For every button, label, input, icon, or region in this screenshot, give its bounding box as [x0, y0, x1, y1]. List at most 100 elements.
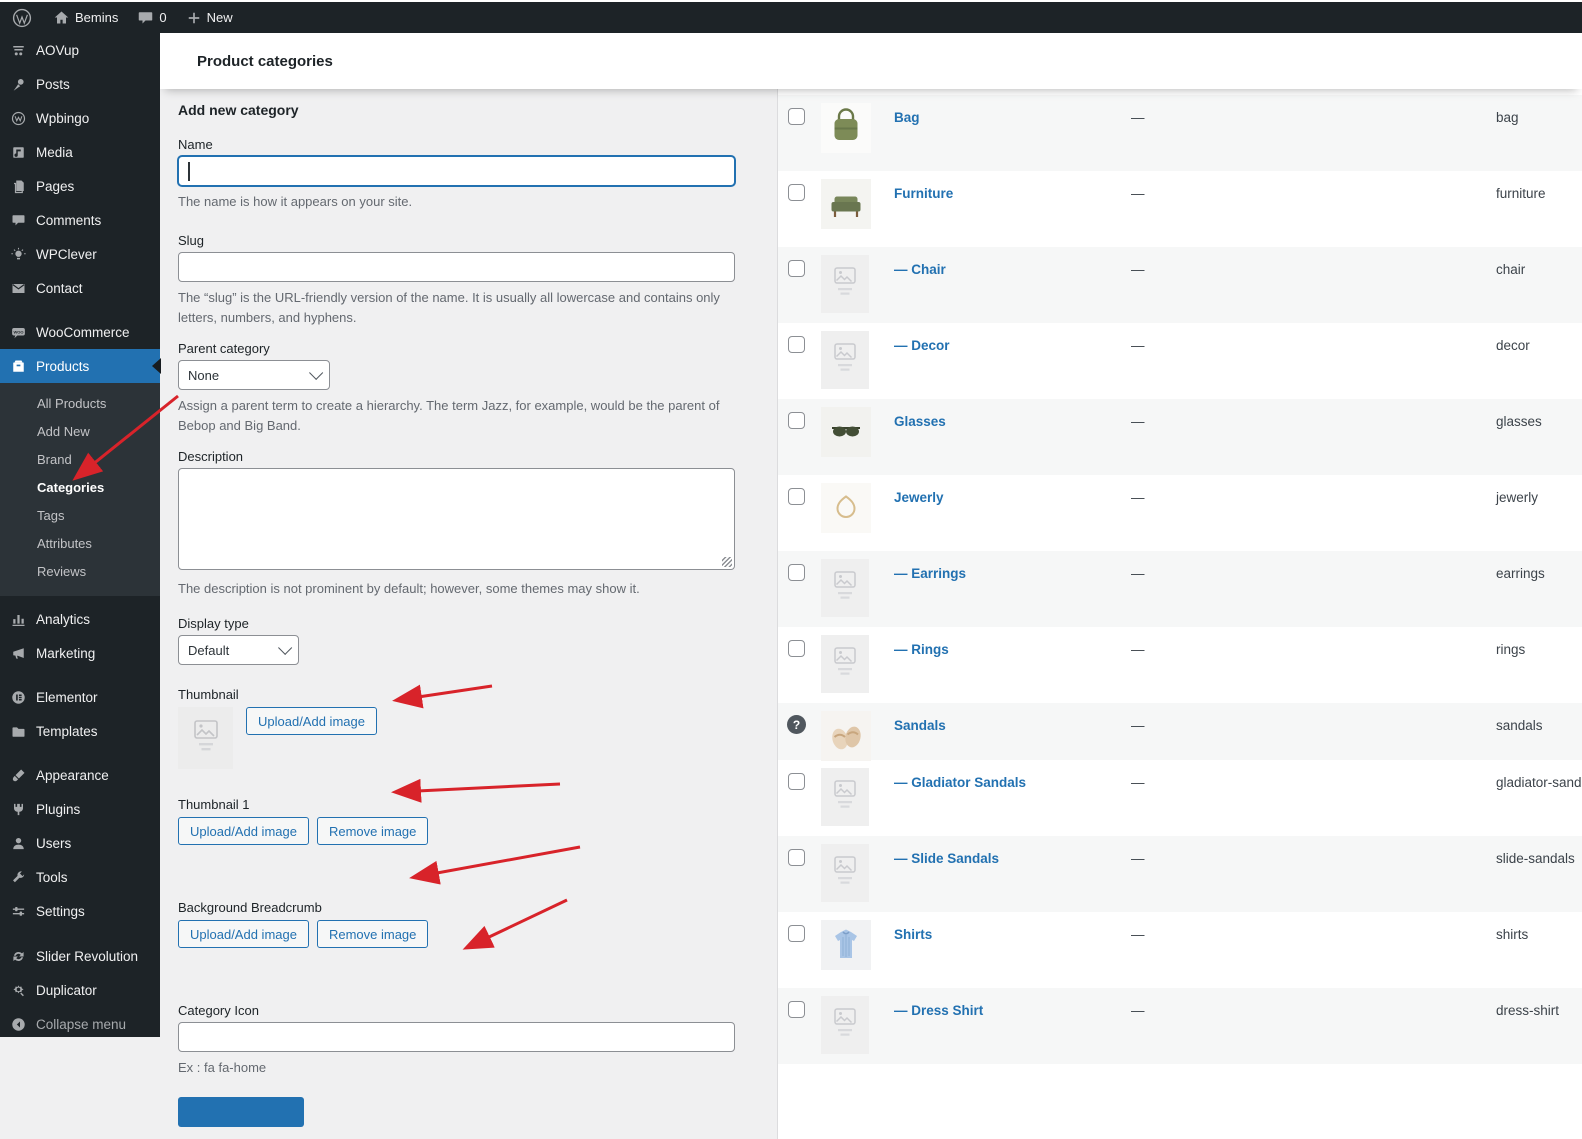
- sidebar-item-settings[interactable]: Settings: [0, 894, 160, 928]
- wordpress-logo-icon[interactable]: [0, 2, 44, 33]
- category-name-link[interactable]: — Rings: [894, 642, 949, 657]
- sidebar-item-users[interactable]: Users: [0, 826, 160, 860]
- add-new-category-submit-button[interactable]: [178, 1097, 304, 1127]
- submenu-item-all-products[interactable]: All Products: [0, 390, 160, 418]
- category-name-link[interactable]: Jewerly: [894, 490, 944, 505]
- sidebar-item-slider-revolution[interactable]: Slider Revolution: [0, 939, 160, 973]
- sidebar-item-woocommerce[interactable]: WOOWooCommerce: [0, 315, 160, 349]
- thumbnail1-upload-button[interactable]: Upload/Add image: [178, 817, 309, 845]
- category-description: —: [1131, 566, 1145, 581]
- site-home-link[interactable]: Bemins: [44, 2, 128, 33]
- category-row-shirts: Shirts — shirts: [778, 912, 1582, 988]
- sidebar-item-contact[interactable]: Contact: [0, 271, 160, 305]
- submenu-item-reviews[interactable]: Reviews: [0, 558, 160, 586]
- parent-category-select[interactable]: None: [178, 360, 330, 390]
- elementor-icon: [10, 689, 26, 705]
- sidebar-item-pages[interactable]: Pages: [0, 169, 160, 203]
- help-icon[interactable]: ?: [787, 715, 806, 734]
- name-help: The name is how it appears on your site.: [178, 192, 735, 212]
- category-name-link[interactable]: — Decor: [894, 338, 950, 353]
- image-placeholder-icon: [821, 768, 869, 831]
- category-row-furniture: Furniture—furniture: [778, 171, 1582, 247]
- sidebar-item-label: Plugins: [36, 802, 80, 817]
- new-button[interactable]: New: [177, 2, 243, 33]
- row-checkbox[interactable]: [788, 412, 805, 429]
- category-name-link[interactable]: — Slide Sandals: [894, 851, 999, 866]
- category-name-link[interactable]: Shirts: [894, 927, 932, 942]
- sidebar-item-label: Contact: [36, 281, 83, 296]
- sidebar-item-duplicator[interactable]: Duplicator: [0, 973, 160, 1007]
- category-description: —: [1131, 927, 1145, 942]
- row-checkbox[interactable]: [788, 336, 805, 353]
- woo-icon: WOO: [10, 324, 26, 340]
- category-slug: gladiator-sandals: [1496, 775, 1582, 790]
- comments-count: 0: [159, 10, 166, 25]
- sidebar-item-posts[interactable]: Posts: [0, 67, 160, 101]
- submenu-item-tags[interactable]: Tags: [0, 502, 160, 530]
- sidebar-item-aovup[interactable]: AOVup: [0, 33, 160, 67]
- row-checkbox[interactable]: [788, 108, 805, 125]
- category-name-link[interactable]: — Earrings: [894, 566, 966, 581]
- name-input[interactable]: [178, 156, 735, 186]
- category-name-link[interactable]: Bag: [894, 110, 920, 125]
- category-thumbnail: [821, 483, 871, 538]
- sidebar-item-appearance[interactable]: Appearance: [0, 758, 160, 792]
- category-slug: shirts: [1496, 927, 1528, 942]
- submenu-item-add-new[interactable]: Add New: [0, 418, 160, 446]
- category-name-link[interactable]: Sandals: [894, 718, 946, 733]
- menu-section: Slider RevolutionDuplicator: [0, 939, 160, 1007]
- page-title: Product categories: [197, 53, 333, 70]
- category-name-link[interactable]: — Chair: [894, 262, 946, 277]
- row-checkbox[interactable]: [788, 773, 805, 790]
- submenu-item-attributes[interactable]: Attributes: [0, 530, 160, 558]
- slug-input[interactable]: [178, 252, 735, 282]
- display-type-select[interactable]: Default: [178, 635, 299, 665]
- thumbnail1-remove-button[interactable]: Remove image: [317, 817, 428, 845]
- slug-help: The “slug” is the URL-friendly version o…: [178, 288, 735, 328]
- breadcrumb-remove-button[interactable]: Remove image: [317, 920, 428, 948]
- wpbingo-icon: [10, 110, 26, 126]
- row-checkbox[interactable]: [788, 849, 805, 866]
- user-icon: [10, 835, 26, 851]
- sidebar-item-label: Products: [36, 359, 89, 374]
- sidebar-item-tools[interactable]: Tools: [0, 860, 160, 894]
- category-name-link[interactable]: — Gladiator Sandals: [894, 775, 1026, 790]
- breadcrumb-upload-button[interactable]: Upload/Add image: [178, 920, 309, 948]
- sidebar-item-products[interactable]: Products: [0, 349, 160, 383]
- folder-icon: [10, 723, 26, 739]
- description-textarea[interactable]: [178, 468, 735, 570]
- row-checkbox[interactable]: [788, 184, 805, 201]
- row-checkbox[interactable]: [788, 564, 805, 581]
- sidebar-item-elementor[interactable]: Elementor: [0, 680, 160, 714]
- row-checkbox[interactable]: [788, 1001, 805, 1018]
- category-name-link[interactable]: — Dress Shirt: [894, 1003, 983, 1018]
- sidebar-item-wpclever[interactable]: WPClever: [0, 237, 160, 271]
- category-name-link[interactable]: Furniture: [894, 186, 953, 201]
- sidebar-item-templates[interactable]: Templates: [0, 714, 160, 748]
- row-checkbox[interactable]: [788, 488, 805, 505]
- category-description: —: [1131, 718, 1145, 733]
- menu-section: AOVupPostsWpbingoMediaPages Comments WPCle…: [0, 33, 160, 305]
- thumbnail-upload-button[interactable]: Upload/Add image: [246, 707, 377, 735]
- category-name-link[interactable]: Glasses: [894, 414, 946, 429]
- sidebar-item-analytics[interactable]: Analytics: [0, 602, 160, 636]
- category-slug: earrings: [1496, 566, 1545, 581]
- category-description: —: [1131, 1003, 1145, 1018]
- sidebar-item-plugins[interactable]: Plugins: [0, 792, 160, 826]
- sidebar-item-collapse-menu[interactable]: Collapse menu: [0, 1007, 160, 1041]
- submenu-item-categories[interactable]: Categories: [0, 474, 160, 502]
- sidebar-item-label: Comments: [36, 213, 101, 228]
- comments-indicator[interactable]: 0: [128, 2, 176, 33]
- row-checkbox[interactable]: [788, 925, 805, 942]
- submenu-item-brand[interactable]: Brand: [0, 446, 160, 474]
- image-placeholder-icon: [821, 844, 869, 907]
- sidebar-item-comments[interactable]: Comments: [0, 203, 160, 237]
- plus-icon: [187, 11, 201, 25]
- sidebar-item-wpbingo[interactable]: Wpbingo: [0, 101, 160, 135]
- resize-handle-icon[interactable]: [722, 557, 732, 567]
- sidebar-item-marketing[interactable]: Marketing: [0, 636, 160, 670]
- sidebar-item-media[interactable]: Media: [0, 135, 160, 169]
- category-icon-input[interactable]: [178, 1022, 735, 1052]
- row-checkbox[interactable]: [788, 640, 805, 657]
- row-checkbox[interactable]: [788, 260, 805, 277]
